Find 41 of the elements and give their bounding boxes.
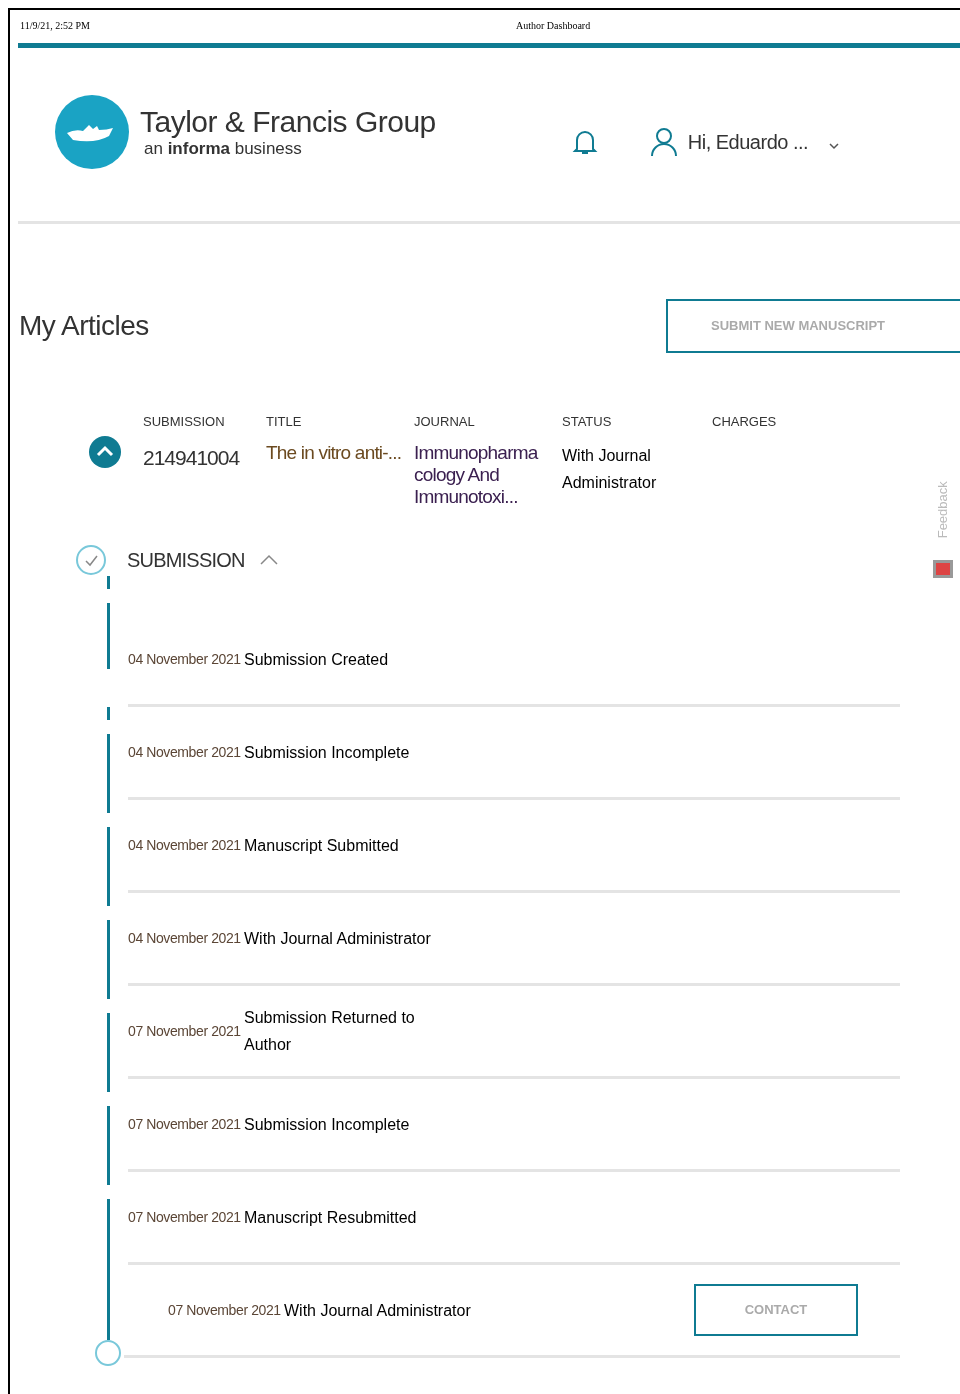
print-page-title: Author Dashboard	[516, 18, 591, 33]
event-label: Submission Returned to Author	[244, 1008, 416, 1055]
event-date: 07 November 2021	[128, 1114, 242, 1134]
chevron-down-icon[interactable]	[828, 141, 841, 150]
column-header: JOURNAL	[414, 413, 476, 431]
section-title: SUBMISSION	[127, 548, 245, 573]
collapse-icon[interactable]	[89, 436, 121, 468]
event-date: 07 November 2021	[128, 1207, 242, 1227]
contact-button[interactable]: CONTACT	[694, 1284, 858, 1336]
logo-tagline: an informa business	[144, 138, 303, 159]
event-date: 04 November 2021	[128, 928, 242, 948]
feedback-tab[interactable]: Feedback	[933, 470, 953, 549]
user-icon[interactable]	[649, 126, 678, 157]
logo-name: Taylor & Francis Group	[140, 104, 436, 139]
event-label: With Journal Administrator	[244, 928, 432, 949]
event-date: 04 November 2021	[128, 835, 242, 855]
page-heading: My Articles	[19, 309, 149, 343]
user-greeting[interactable]: Hi, Eduardo ...	[687, 126, 809, 157]
column-header: CHARGES	[712, 413, 778, 431]
table-cell-text: The in vitro anti-...	[266, 442, 403, 464]
event-label: Manuscript Submitted	[244, 835, 400, 856]
check-circle-icon	[75, 544, 107, 576]
submit-manuscript-button[interactable]: SUBMIT NEW MANUSCRIPT	[666, 299, 960, 353]
event-date: 04 November 2021	[128, 742, 242, 762]
logo-icon	[55, 94, 129, 169]
event-date: 04 November 2021	[128, 649, 242, 669]
event-label: Manuscript Resubmitted	[244, 1207, 418, 1228]
table-cell-text: 214941004	[143, 445, 241, 471]
event-date: 07 November 2021	[168, 1300, 282, 1320]
table-cell: Immunopharmacology And Immunotoxi...	[414, 442, 538, 508]
event-date: 07 November 2021	[128, 1021, 242, 1041]
column-header: SUBMISSION	[143, 413, 226, 431]
event-label: Submission Incomplete	[244, 1114, 411, 1135]
print-timestamp: 11/9/21, 2:52 PM	[20, 18, 91, 33]
event-label: With Journal Administrator	[284, 1300, 472, 1321]
chevron-up-icon[interactable]	[258, 554, 279, 566]
table-cell-text: With Journal Administrator	[562, 446, 658, 493]
event-label: Submission Incomplete	[244, 742, 411, 763]
event-label: Submission Created	[244, 649, 390, 670]
column-header: STATUS	[562, 413, 613, 431]
column-header: TITLE	[266, 413, 303, 431]
